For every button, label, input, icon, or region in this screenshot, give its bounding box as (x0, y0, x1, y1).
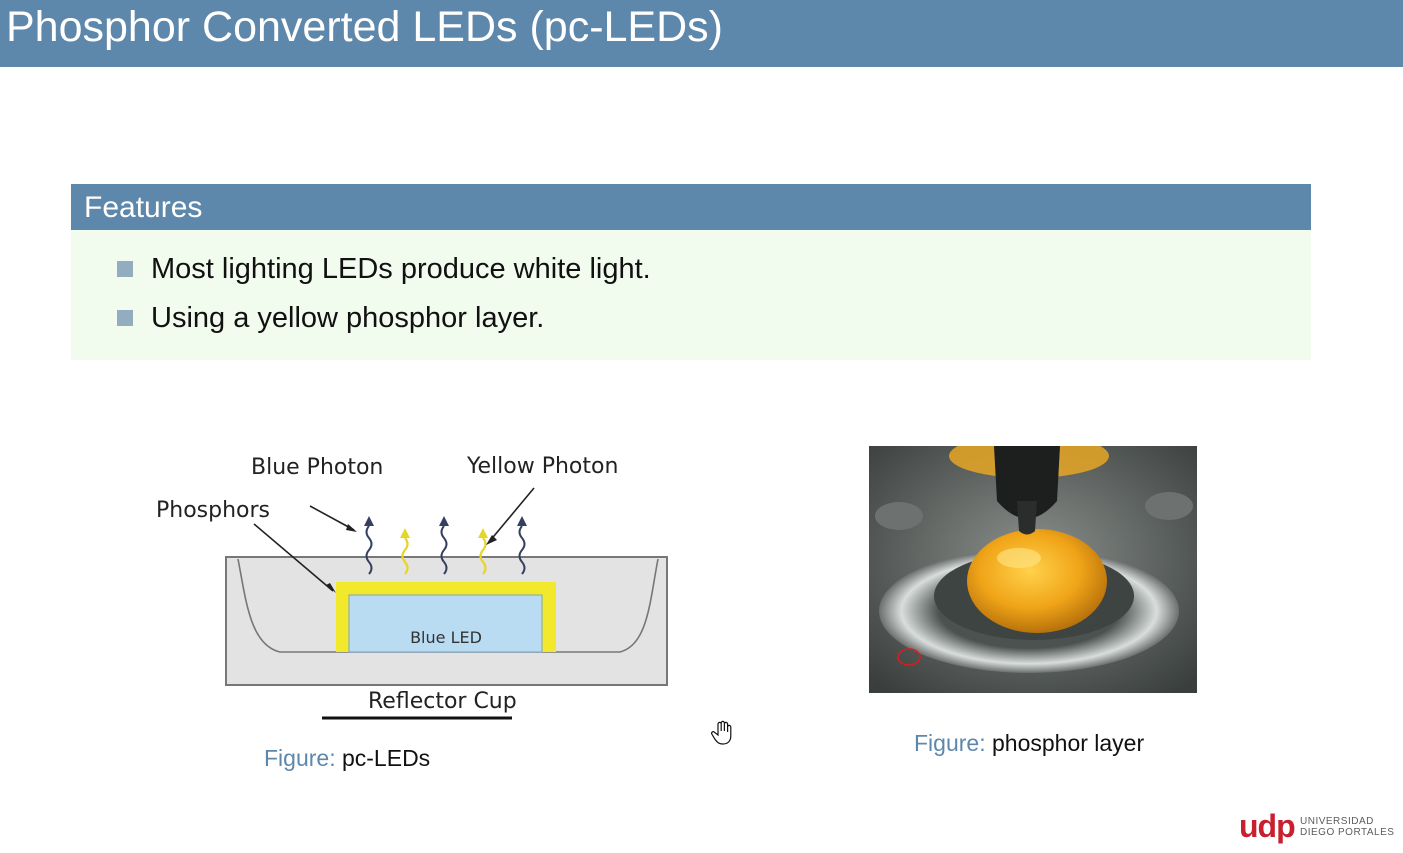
phosphor-photo-svg (869, 446, 1197, 693)
blue-photon-label: Blue Photon (251, 455, 383, 480)
reflector-cup-label: Reflector Cup (368, 689, 517, 714)
figure-caption-prefix: Figure: (914, 730, 986, 756)
figure-caption-prefix: Figure: (264, 745, 336, 771)
blue-photon-arrowhead (517, 516, 527, 526)
bullet-text: Using a yellow phosphor layer. (151, 301, 545, 334)
yellow-photon-pointer (488, 487, 535, 543)
board-hole (875, 502, 923, 530)
pointer-arrowhead (486, 535, 497, 545)
pc-led-diagram: Blue LED Blue Photon Yellow Photon Phosp… (150, 440, 710, 730)
blue-led-label: Blue LED (410, 628, 482, 647)
hand-cursor-icon (711, 720, 735, 746)
yellow-photon-label: Yellow Photon (466, 454, 618, 479)
bullet-item: Using a yellow phosphor layer. (117, 301, 544, 335)
blue-photon-arrowhead (364, 516, 374, 526)
features-block-title: Features (84, 191, 203, 224)
udp-logo-line2: DIEGO PORTALES (1300, 827, 1395, 838)
figure-caption-text: pc-LEDs (341, 745, 431, 771)
udp-logo-line1: UNIVERSIDAD (1300, 816, 1374, 827)
udp-logo-mark: udp (1239, 808, 1296, 844)
phosphor-dome (967, 529, 1107, 633)
bullet-item: Most lighting LEDs produce white light. (117, 252, 651, 286)
yellow-photon-arrowhead (478, 528, 488, 538)
figure-caption-pc-leds: Figure: pc-LEDs (264, 745, 430, 772)
figure-caption-text: phosphor layer (991, 730, 1145, 756)
figure-caption-phosphor-layer: Figure: phosphor layer (914, 730, 1144, 757)
bullet-text: Most lighting LEDs produce white light. (151, 252, 651, 285)
features-block-header: Features (71, 184, 1311, 230)
bullet-square-icon (117, 310, 133, 326)
pc-led-diagram-svg: Blue LED Blue Photon Yellow Photon Phosp… (156, 454, 668, 720)
dome-highlight (997, 548, 1041, 568)
title-bar: Phosphor Converted LEDs (pc-LEDs) (0, 0, 1403, 67)
dispenser-tip (1017, 501, 1037, 535)
blue-photon-arrowhead (439, 516, 449, 526)
pointer-arrowhead (346, 524, 357, 532)
udp-logo: udp UNIVERSIDAD DIEGO PORTALES (1239, 808, 1399, 844)
yellow-photon-arrowhead (400, 528, 410, 538)
features-block-body: Most lighting LEDs produce white light. … (71, 230, 1311, 360)
board-hole (1145, 492, 1193, 520)
bullet-square-icon (117, 261, 133, 277)
slide-title: Phosphor Converted LEDs (pc-LEDs) (6, 3, 723, 51)
phosphor-layer-photo (869, 446, 1197, 693)
phosphors-label: Phosphors (156, 498, 270, 523)
